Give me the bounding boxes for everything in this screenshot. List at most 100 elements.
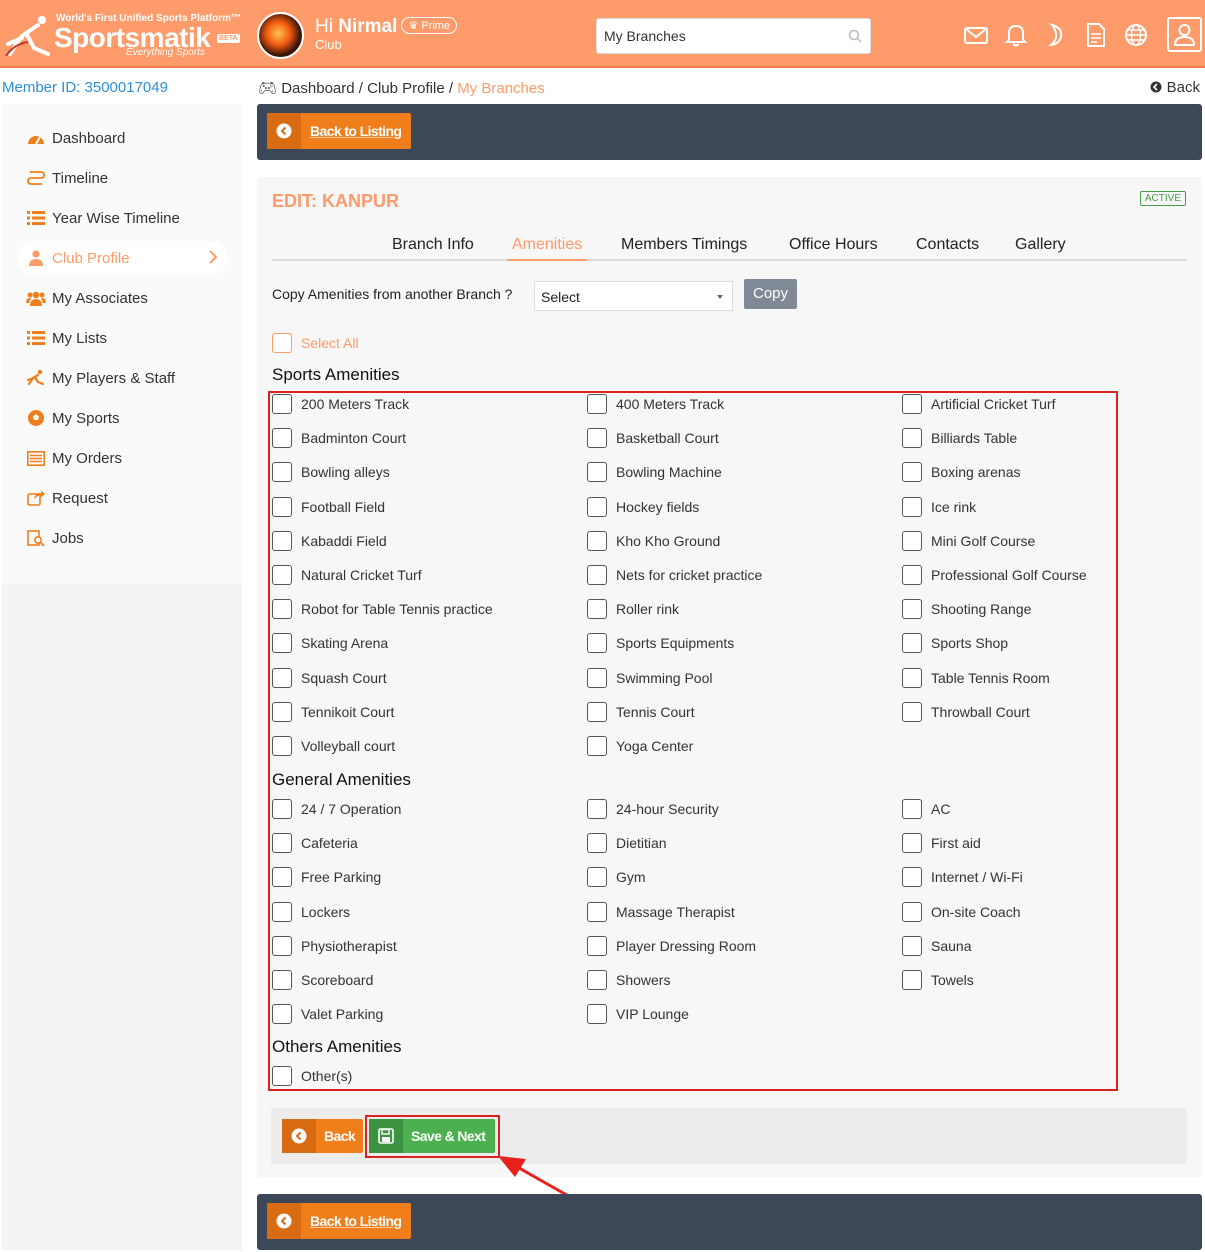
- back-button[interactable]: Back: [282, 1119, 363, 1153]
- amenity-item[interactable]: Bowling alleys: [272, 462, 390, 483]
- amenity-checkbox[interactable]: [902, 394, 922, 414]
- branch-select[interactable]: Select: [534, 281, 733, 311]
- amenity-item[interactable]: Natural Cricket Turf: [272, 565, 422, 585]
- amenity-item[interactable]: Yoga Center: [587, 736, 693, 756]
- amenity-item[interactable]: Ice rink: [902, 496, 976, 517]
- amenity-item[interactable]: Squash Court: [272, 667, 387, 688]
- sidebar-item-my-lists[interactable]: My Lists: [18, 321, 228, 355]
- amenity-item[interactable]: VIP Lounge: [587, 1004, 689, 1025]
- sidebar-item-request[interactable]: Request: [18, 481, 228, 515]
- mail-icon[interactable]: [963, 22, 989, 48]
- tab-members-timings[interactable]: Members Timings: [621, 236, 747, 254]
- sidebar-item-my-orders[interactable]: My Orders: [18, 441, 228, 475]
- amenity-item[interactable]: Tennikoit Court: [272, 701, 394, 722]
- amenity-checkbox[interactable]: [272, 496, 292, 517]
- amenity-checkbox[interactable]: [272, 1004, 292, 1025]
- amenity-checkbox[interactable]: [272, 736, 292, 756]
- tab-office-hours[interactable]: Office Hours: [789, 236, 878, 254]
- amenity-checkbox[interactable]: [272, 867, 292, 888]
- amenity-checkbox[interactable]: [587, 701, 607, 722]
- amenity-checkbox[interactable]: [272, 1066, 292, 1086]
- amenity-item[interactable]: Nets for cricket practice: [587, 565, 762, 585]
- amenity-checkbox[interactable]: [902, 970, 922, 990]
- amenity-item[interactable]: 400 Meters Track: [587, 394, 724, 414]
- amenity-item[interactable]: Artificial Cricket Turf: [902, 394, 1055, 414]
- amenity-checkbox[interactable]: [272, 599, 292, 620]
- amenity-checkbox[interactable]: [587, 833, 607, 854]
- amenity-item[interactable]: First aid: [902, 833, 981, 854]
- amenity-checkbox[interactable]: [272, 799, 292, 819]
- amenity-checkbox[interactable]: [902, 496, 922, 517]
- user-account-button[interactable]: [1167, 17, 1202, 52]
- back-link[interactable]: Back: [1150, 79, 1200, 96]
- amenity-checkbox[interactable]: [587, 867, 607, 888]
- sidebar-item-jobs[interactable]: Jobs: [18, 521, 228, 555]
- amenity-item[interactable]: Hockey fields: [587, 496, 699, 517]
- amenity-checkbox[interactable]: [272, 901, 292, 922]
- amenity-checkbox[interactable]: [272, 833, 292, 854]
- amenity-item[interactable]: Sports Shop: [902, 633, 1008, 654]
- amenity-item[interactable]: Roller rink: [587, 599, 679, 620]
- amenity-checkbox[interactable]: [272, 633, 292, 654]
- amenity-item[interactable]: Lockers: [272, 901, 350, 922]
- amenity-checkbox[interactable]: [587, 428, 607, 449]
- avatar[interactable]: [257, 12, 304, 59]
- search-icon[interactable]: [848, 29, 862, 43]
- sidebar-item-my-associates[interactable]: My Associates: [18, 281, 228, 315]
- select-all[interactable]: Select All: [272, 333, 359, 353]
- amenity-item[interactable]: Internet / Wi-Fi: [902, 867, 1023, 888]
- search-input[interactable]: [597, 19, 837, 53]
- amenity-checkbox[interactable]: [902, 565, 922, 585]
- globe-icon[interactable]: [1123, 22, 1149, 48]
- amenity-checkbox[interactable]: [587, 901, 607, 922]
- amenity-item[interactable]: Free Parking: [272, 867, 381, 888]
- sidebar-item-my-players-staff[interactable]: My Players & Staff: [18, 361, 228, 395]
- amenity-item[interactable]: On-site Coach: [902, 901, 1020, 922]
- amenity-checkbox[interactable]: [902, 599, 922, 620]
- amenity-checkbox[interactable]: [902, 901, 922, 922]
- amenity-checkbox[interactable]: [902, 799, 922, 819]
- amenity-checkbox[interactable]: [902, 867, 922, 888]
- amenity-item[interactable]: AC: [902, 799, 950, 819]
- amenity-checkbox[interactable]: [587, 496, 607, 517]
- amenity-item[interactable]: Other(s): [272, 1066, 352, 1086]
- amenity-item[interactable]: Gym: [587, 867, 646, 888]
- amenity-item[interactable]: Swimming Pool: [587, 667, 712, 688]
- back-to-listing-button[interactable]: Back to Listing: [267, 1203, 412, 1239]
- amenity-checkbox[interactable]: [902, 428, 922, 449]
- breadcrumb-dashboard[interactable]: Dashboard: [281, 80, 354, 97]
- bell-icon[interactable]: [1003, 22, 1029, 48]
- amenity-item[interactable]: Billiards Table: [902, 428, 1017, 449]
- tab-amenities[interactable]: Amenities: [506, 236, 588, 261]
- amenity-item[interactable]: Physiotherapist: [272, 935, 397, 956]
- amenity-checkbox[interactable]: [272, 667, 292, 688]
- amenity-checkbox[interactable]: [272, 565, 292, 585]
- amenity-item[interactable]: Shooting Range: [902, 599, 1031, 620]
- tab-gallery[interactable]: Gallery: [1015, 236, 1066, 254]
- amenity-item[interactable]: Dietitian: [587, 833, 667, 854]
- amenity-checkbox[interactable]: [587, 667, 607, 688]
- amenity-checkbox[interactable]: [902, 935, 922, 956]
- amenity-checkbox[interactable]: [587, 799, 607, 819]
- select-all-checkbox[interactable]: [272, 333, 292, 353]
- amenity-item[interactable]: 24-hour Security: [587, 799, 719, 819]
- amenity-checkbox[interactable]: [587, 736, 607, 756]
- tab-branch-info[interactable]: Branch Info: [392, 236, 474, 254]
- amenity-checkbox[interactable]: [587, 565, 607, 585]
- amenity-item[interactable]: Skating Arena: [272, 633, 388, 654]
- amenity-item[interactable]: Towels: [902, 970, 974, 990]
- amenity-checkbox[interactable]: [272, 970, 292, 990]
- amenity-item[interactable]: Kho Kho Ground: [587, 530, 720, 551]
- back-to-listing-button[interactable]: Back to Listing: [267, 113, 412, 149]
- amenity-checkbox[interactable]: [587, 462, 607, 483]
- amenity-checkbox[interactable]: [587, 935, 607, 956]
- amenity-checkbox[interactable]: [272, 935, 292, 956]
- amenity-item[interactable]: Sports Equipments: [587, 633, 734, 654]
- amenity-item[interactable]: 200 Meters Track: [272, 394, 409, 414]
- amenity-item[interactable]: Volleyball court: [272, 736, 395, 756]
- amenity-checkbox[interactable]: [902, 701, 922, 722]
- amenity-item[interactable]: Football Field: [272, 496, 385, 517]
- amenity-item[interactable]: Boxing arenas: [902, 462, 1021, 483]
- moon-icon[interactable]: [1043, 22, 1069, 48]
- sidebar-item-year-wise-timeline[interactable]: Year Wise Timeline: [18, 201, 228, 235]
